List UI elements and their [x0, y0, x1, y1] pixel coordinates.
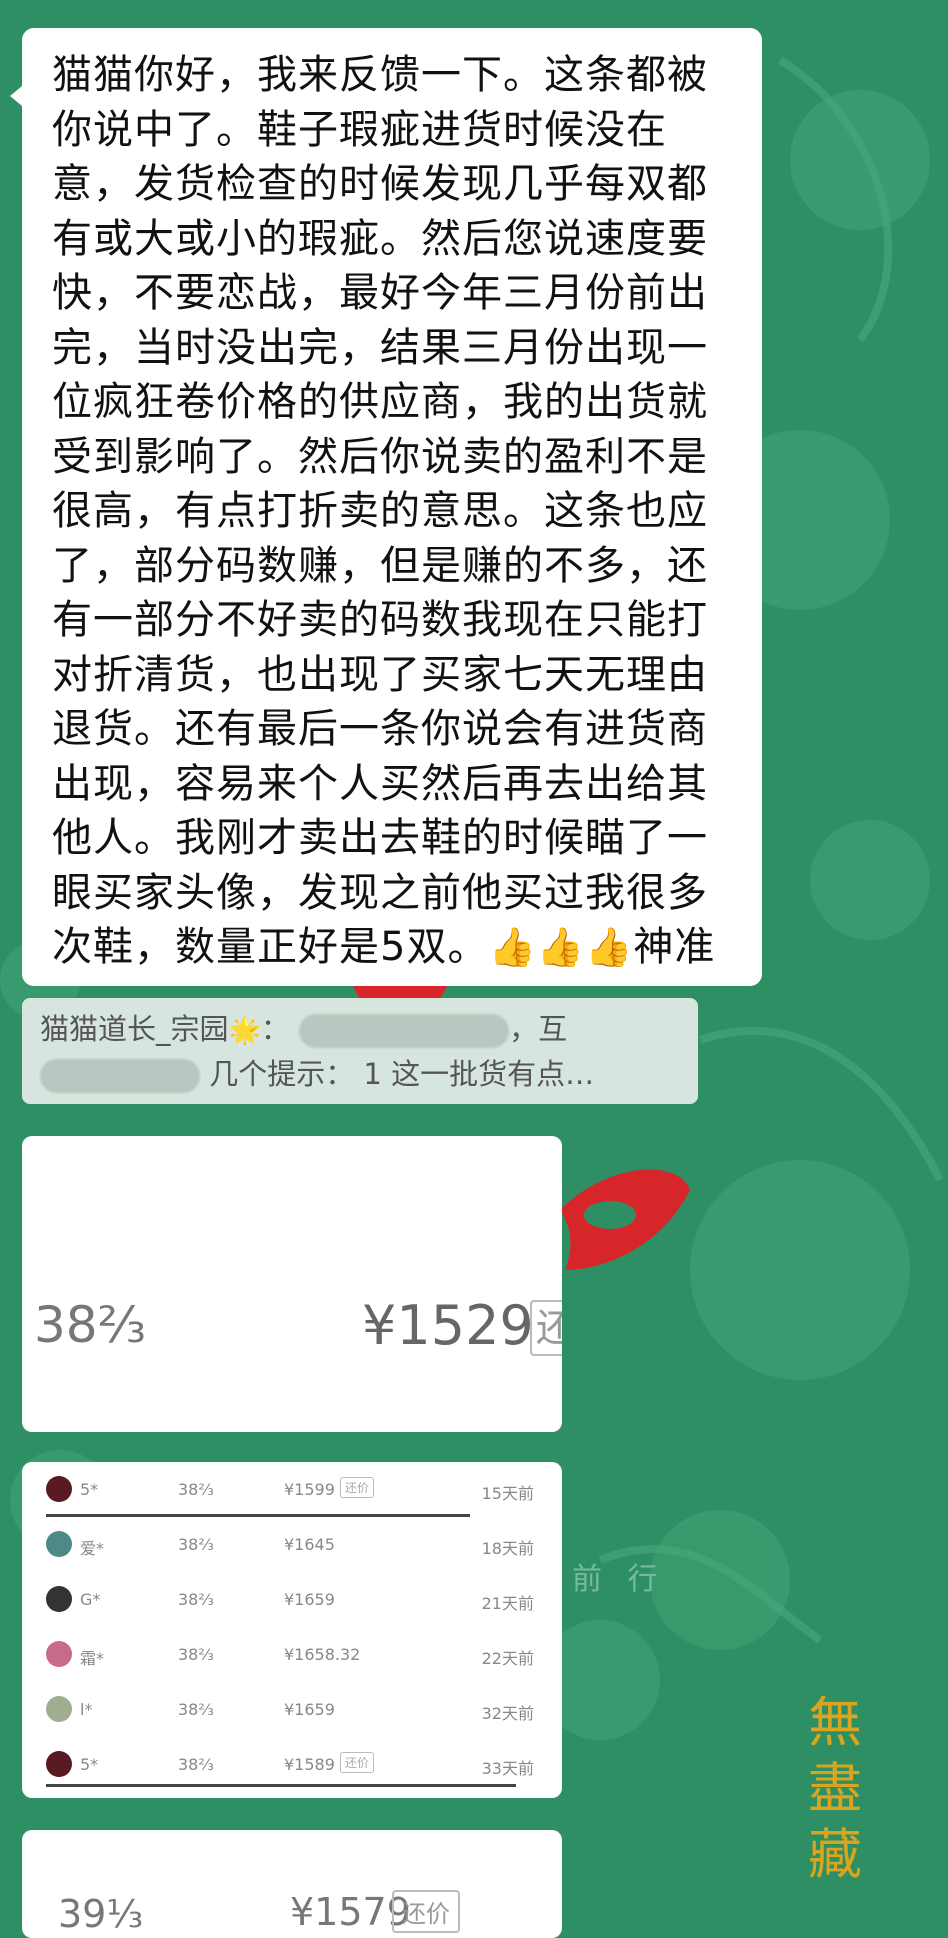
table-row: 爱* 38⅔ ¥1645 18天前: [22, 1517, 562, 1573]
message-text: 猫猫你好，我来反馈一下。这条都被你说中了。鞋子瑕疵进货时候没在意，发货检查的时候…: [52, 48, 736, 975]
table-row: l* 38⅔ ¥1659 32天前: [22, 1682, 562, 1738]
shoe-size: 38⅔: [178, 1755, 214, 1774]
sale-time: 32天前: [481, 1704, 534, 1723]
sale-time: 15天前: [481, 1484, 534, 1503]
message-body: 猫猫你好，我来反馈一下。这条都被你说中了。鞋子瑕疵进货时候没在意，发货检查的时候…: [52, 52, 708, 970]
product-screenshot-card[interactable]: 38⅔ ¥1529 还: [22, 1136, 562, 1432]
quote-line-2: 几个提示： 1 这一批货有点…: [40, 1053, 680, 1096]
avatar: [46, 1476, 72, 1502]
product-screenshot-card-2[interactable]: 39⅓ ¥1579 还价: [22, 1830, 562, 1938]
avatar: [46, 1531, 72, 1557]
buyer-name: 5*: [80, 1480, 99, 1499]
sale-price: ¥1659: [284, 1590, 335, 1609]
sales-history-card[interactable]: 5* 38⅔ ¥1599 还价 15天前爱* 38⅔ ¥1645 18天前 G* 38⅔ ¥1659…: [22, 1462, 562, 1798]
sale-time: 22天前: [481, 1649, 534, 1668]
quote-line1-end: ，互: [509, 1012, 568, 1046]
sale-price: ¥1599: [284, 1480, 335, 1499]
shoe-size: 38⅔: [178, 1590, 214, 1609]
shoe-size: 38⅔: [178, 1645, 214, 1664]
table-row: G* 38⅔ ¥1659 21天前: [22, 1572, 562, 1628]
quote-line-1: 猫猫道长_宗园🌟： ，互: [40, 1012, 568, 1048]
buyer-name: G*: [80, 1590, 101, 1609]
counter-offer-button[interactable]: 还: [530, 1300, 562, 1356]
message-suffix: 神准: [633, 924, 716, 970]
counter-offer-badge: 还价: [340, 1752, 375, 1773]
avatar: [46, 1641, 72, 1667]
buyer-name: 爱*: [80, 1539, 105, 1558]
shoe-size: 38⅔: [178, 1700, 214, 1719]
quoted-message[interactable]: 猫猫道长_宗园🌟： ，互 几个提示： 1 这一批货有点…: [22, 998, 698, 1104]
message-bubble[interactable]: 猫猫你好，我来反馈一下。这条都被你说中了。鞋子瑕疵进货时候没在意，发货检查的时候…: [10, 28, 762, 986]
shoe-size: 38⅔: [34, 1296, 147, 1354]
table-row: 5* 38⅔ ¥1589 还价 33天前: [22, 1737, 562, 1793]
buyer-name: 霜*: [80, 1649, 105, 1668]
shoe-size: 38⅔: [178, 1480, 214, 1499]
sale-time: 18天前: [481, 1539, 534, 1558]
sale-price: ¥1658.32: [284, 1645, 361, 1664]
sale-time: 33天前: [481, 1759, 534, 1778]
star-icon: 🌟: [228, 1016, 261, 1046]
quote-author: 猫猫道长_宗园: [40, 1012, 229, 1046]
quote-preview: 几个提示： 1 这一批货有点…: [209, 1057, 595, 1091]
table-row: 霜* 38⅔ ¥1658.32 22天前: [22, 1627, 562, 1683]
product-price: ¥1529: [362, 1294, 534, 1357]
seal-text: 無盡藏: [808, 1691, 862, 1886]
sale-price: ¥1659: [284, 1700, 335, 1719]
redacted-text: [40, 1059, 200, 1093]
sale-time: 21天前: [481, 1594, 534, 1613]
table-row: 5* 38⅔ ¥1599 还价 15天前: [22, 1462, 562, 1518]
avatar: [46, 1751, 72, 1777]
redacted-text: [299, 1014, 510, 1048]
avatar: [46, 1696, 72, 1722]
buyer-name: 5*: [80, 1755, 99, 1774]
thumbs-up-icon: 👍👍👍: [488, 925, 634, 969]
sale-price: ¥1589: [284, 1755, 335, 1774]
shoe-size: 39⅓: [58, 1892, 144, 1936]
buyer-name: l*: [80, 1700, 93, 1719]
sale-price: ¥1645: [284, 1535, 335, 1554]
counter-offer-button[interactable]: 还价: [392, 1890, 460, 1933]
avatar: [46, 1586, 72, 1612]
shoe-size: 38⅔: [178, 1535, 214, 1554]
counter-offer-badge: 还价: [340, 1477, 375, 1498]
background-caption: 前 行: [572, 1562, 666, 1597]
